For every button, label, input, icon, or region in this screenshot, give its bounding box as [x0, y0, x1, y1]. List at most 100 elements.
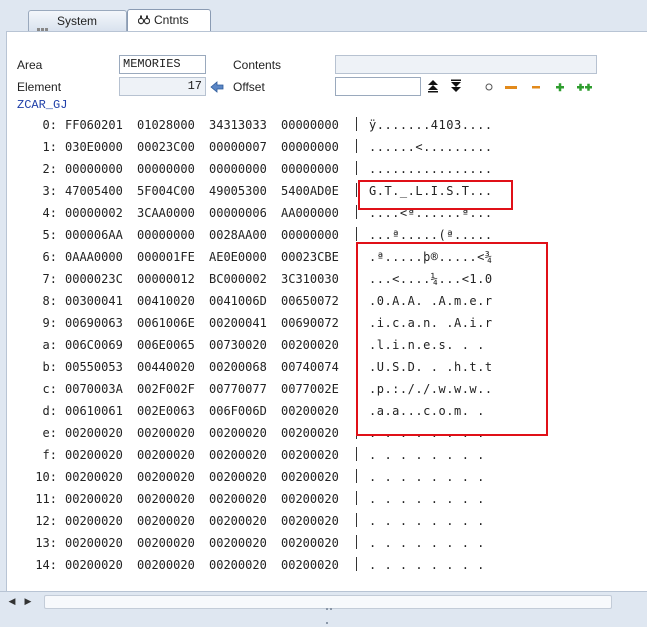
hex-word: 00200020 — [281, 558, 339, 572]
hex-word: 00650072 — [281, 294, 339, 308]
hex-word: 00730020 — [209, 338, 267, 352]
minus-icon[interactable] — [504, 80, 518, 94]
dump-row: 11: 00200020 00200020 00200020 00200020 . . .… — [7, 488, 647, 510]
contents-field[interactable] — [335, 55, 597, 74]
hex-word: 00410020 — [137, 294, 195, 308]
offset-field[interactable] — [335, 77, 421, 96]
hex-word: 00200020 — [137, 448, 195, 462]
column-separator — [356, 139, 357, 153]
hex-word: 3CAA0000 — [137, 206, 195, 220]
dump-row: b: 00550053 00440020 00200068 00740074 .U.S.D… — [7, 356, 647, 378]
hex-word: 006C0069 — [65, 338, 123, 352]
scroll-track[interactable] — [44, 595, 612, 624]
hex-word: 00440020 — [137, 360, 195, 374]
hex-word: 5400AD0E — [281, 184, 339, 198]
hex-word: 00690072 — [281, 316, 339, 330]
offset-label: Offset — [233, 80, 265, 94]
hex-word: 47005400 — [65, 184, 123, 198]
tab-bar: System Areas Cntnts — [0, 0, 647, 48]
hex-word: AA000000 — [281, 206, 339, 220]
row-index: 13: — [35, 536, 57, 550]
last-page-icon[interactable] — [449, 79, 463, 93]
hex-word: 00200020 — [137, 558, 195, 572]
hex-word: 00200020 — [65, 514, 123, 528]
hex-word: 0000023C — [65, 272, 123, 286]
hex-word: 00200020 — [281, 492, 339, 506]
dump-row: e: 00200020 00200020 00200020 00200020 . . . … — [7, 422, 647, 444]
hex-word: BC000002 — [209, 272, 267, 286]
area-label: Area — [17, 58, 43, 72]
hex-word: 00200020 — [209, 514, 267, 528]
hex-word: 00200020 — [281, 470, 339, 484]
hex-word: 00000006 — [209, 206, 267, 220]
grip-icon — [37, 17, 51, 31]
hex-word: 00000007 — [209, 140, 267, 154]
plus-icon[interactable] — [553, 80, 567, 94]
row-index: 12: — [35, 514, 57, 528]
hex-word: 00200020 — [65, 492, 123, 506]
row-index: 14: — [35, 558, 57, 572]
hex-word: 01028000 — [137, 118, 195, 132]
hex-word: 3C310030 — [281, 272, 339, 286]
column-separator — [356, 513, 357, 527]
circle-icon[interactable] — [482, 80, 496, 94]
hex-word: 006F006D — [209, 404, 267, 418]
hex-word: 00200020 — [281, 536, 339, 550]
hex-word: 00200020 — [281, 338, 339, 352]
scroll-right-icon[interactable]: ▶ — [22, 595, 34, 607]
horizontal-scrollbar[interactable]: ◀ ▶ — [0, 591, 647, 624]
element-field[interactable]: 17 — [119, 77, 206, 96]
column-separator — [356, 183, 357, 197]
hex-word: 00000000 — [137, 162, 195, 176]
ascii-text: .l.i.n.e.s. . . — [369, 338, 493, 352]
dump-row: 0: FF060201 01028000 34313033 00000000 ÿ.....… — [7, 114, 647, 136]
dump-row: 14: 00200020 00200020 00200020 00200020 . . .… — [7, 554, 647, 576]
double-plus-icon[interactable] — [576, 80, 594, 94]
small-minus-icon[interactable] — [529, 80, 543, 94]
contents-panel: Area MEMORIES Element 17 Contents Offset… — [6, 31, 647, 592]
hex-word: 00200020 — [281, 404, 339, 418]
hex-word: 5F004C00 — [137, 184, 195, 198]
info-arrow-icon[interactable] — [210, 80, 224, 94]
column-separator — [356, 227, 357, 241]
column-separator — [356, 161, 357, 175]
hex-word: 00200020 — [209, 492, 267, 506]
row-index: 1: — [42, 140, 57, 154]
tab-system-areas[interactable]: System Areas — [28, 10, 127, 48]
ascii-text: .0.A.A. .A.m.e.r — [369, 294, 493, 308]
dump-row: c: 0070003A 002F002F 00770077 0077002E .p.:./… — [7, 378, 647, 400]
column-separator — [356, 337, 357, 351]
hex-word: 00000002 — [65, 206, 123, 220]
scroll-thumb[interactable] — [45, 596, 611, 624]
hex-word: 00200020 — [137, 536, 195, 550]
hex-word: 00000000 — [281, 118, 339, 132]
hex-word: 00200020 — [209, 448, 267, 462]
hex-word: 00200041 — [209, 316, 267, 330]
hex-word: 00200020 — [137, 492, 195, 506]
first-page-icon[interactable] — [426, 79, 440, 93]
area-field[interactable]: MEMORIES — [119, 55, 206, 74]
scroll-left-icon[interactable]: ◀ — [6, 595, 18, 607]
row-index: e: — [42, 426, 57, 440]
dump-row: 12: 00200020 00200020 00200020 00200020 . . .… — [7, 510, 647, 532]
hex-word: 00200020 — [65, 558, 123, 572]
dump-row: 4: 00000002 3CAA0000 00000006 AA000000 ....<ª… — [7, 202, 647, 224]
hex-word: 00000000 — [281, 140, 339, 154]
dump-row: 7: 0000023C 00000012 BC000002 3C310030 ...<..… — [7, 268, 647, 290]
dump-row: 3: 47005400 5F004C00 49005300 5400AD0E G.T._.… — [7, 180, 647, 202]
row-index: 7: — [42, 272, 57, 286]
hex-word: FF060201 — [65, 118, 123, 132]
hex-word: 00300041 — [65, 294, 123, 308]
column-separator — [356, 359, 357, 373]
hex-word: 00200020 — [281, 426, 339, 440]
tab-contents[interactable]: Cntnts — [127, 9, 211, 32]
hex-word: 0AAA0000 — [65, 250, 123, 264]
row-index: 6: — [42, 250, 57, 264]
column-separator — [356, 315, 357, 329]
hex-word: AE0E0000 — [209, 250, 267, 264]
hex-word: 00770077 — [209, 382, 267, 396]
hex-word: 0028AA00 — [209, 228, 267, 242]
hex-word: 0061006E — [137, 316, 195, 330]
ascii-text: . . . . . . . . — [369, 558, 493, 572]
ascii-text: .a.a...c.o.m. . — [369, 404, 493, 418]
